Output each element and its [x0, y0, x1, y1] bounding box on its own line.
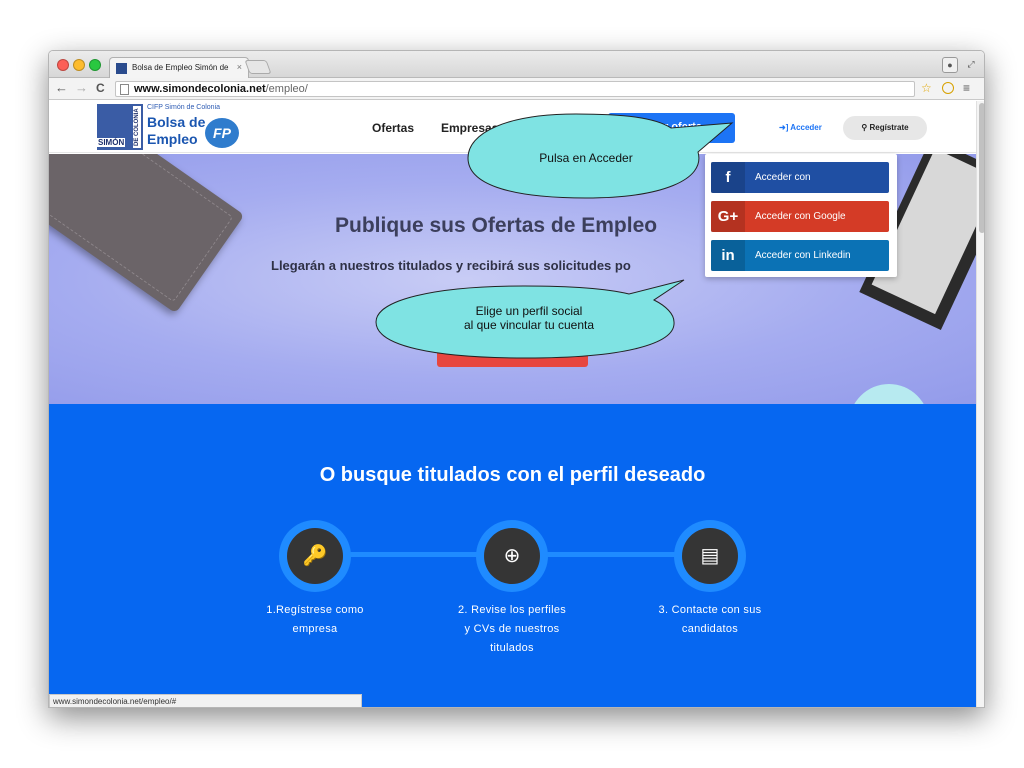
search-graduates-section: O busque titulados con el perfil deseado… [49, 404, 976, 707]
registrate-button[interactable]: ⚲ Regístrate [843, 116, 927, 140]
url-host: www.simondecolonia.net [134, 83, 266, 95]
document-icon: ▤ [682, 528, 738, 584]
menu-ofertas[interactable]: Ofertas [372, 121, 414, 135]
login-google-label: Acceder con Google [755, 211, 846, 222]
step-2-line-3: titulados [490, 642, 534, 654]
logo-side-text: DE COLONIA [133, 106, 141, 148]
maximize-window-button[interactable] [89, 59, 101, 71]
reload-icon[interactable]: C [96, 81, 105, 95]
step-3-line-1: 3. Contacte con sus [658, 604, 762, 616]
callout-acceder-text: Pulsa en Acceder [539, 151, 633, 165]
step-1-circle: 🔑 [279, 520, 351, 592]
browser-toolbar: ← → C www.simondecolonia.net/empleo/ ☆ ≡ [49, 78, 984, 100]
callout-perfil-line-2: al que vincular tu cuenta [463, 318, 595, 332]
browser-menu-icon[interactable]: ≡ [963, 81, 970, 95]
login-facebook-button[interactable]: f Acceder con [711, 162, 889, 193]
step-2-label: 2. Revise los perfiles y CVs de nuestros… [432, 601, 592, 658]
login-linkedin-label: Acceder con Linkedin [755, 250, 851, 261]
tab-title: Bolsa de Empleo Simón de [132, 63, 229, 72]
google-plus-icon: G+ [711, 201, 745, 232]
close-window-button[interactable] [57, 59, 69, 71]
callout-perfil-text: Elige un perfil social al que vincular t… [419, 304, 639, 332]
page-icon [120, 84, 129, 95]
step-3-label: 3. Contacte con sus candidatos [630, 601, 790, 639]
logo-simon-text: SIMÓN [97, 138, 126, 147]
logo-small-text: CIFP Simón de Colonia [147, 104, 221, 111]
callout-perfil-line-1: Elige un perfil social [475, 304, 583, 318]
step-2-line-1: 2. Revise los perfiles [457, 604, 567, 616]
page-scrollbar[interactable] [976, 101, 984, 707]
zoom-in-icon: ⊕ [484, 528, 540, 584]
tab-close-icon[interactable]: × [237, 62, 242, 72]
callout-pulsa-acceder: Pulsa en Acceder [466, 108, 736, 200]
login-google-button[interactable]: G+ Acceder con Google [711, 201, 889, 232]
site-logo[interactable]: DE COLONIA SIMÓN CIFP Simón de Colonia B… [97, 104, 247, 150]
profile-icon[interactable]: ● [942, 57, 958, 73]
registrate-label: Regístrate [869, 123, 909, 132]
fp-logo-icon: FP [205, 118, 239, 148]
extension-icon[interactable] [942, 82, 954, 94]
site-favicon-icon [116, 63, 127, 74]
forward-icon[interactable]: → [75, 80, 88, 95]
step-1-label: 1.Regístrese como empresa [235, 601, 395, 639]
logo-mark: DE COLONIA SIMÓN [97, 104, 143, 150]
scroll-thumb[interactable] [979, 103, 984, 233]
acceder-label: Acceder [790, 123, 822, 132]
login-facebook-label: Acceder con [755, 172, 811, 183]
hero-subtitle: Llegarán a nuestros titulados y recibirá… [271, 258, 631, 273]
decorative-blob [849, 384, 929, 404]
logo-line-2: Empleo [147, 131, 198, 147]
new-tab-button[interactable] [244, 60, 272, 74]
browser-tab[interactable]: Bolsa de Empleo Simón de × [109, 57, 249, 78]
minimize-window-button[interactable] [73, 59, 85, 71]
status-bar: www.simondecolonia.net/empleo/# [49, 694, 362, 707]
step-1-line-2: empresa [292, 623, 338, 635]
login-linkedin-button[interactable]: in Acceder con Linkedin [711, 240, 889, 271]
hero-title: Publique sus Ofertas de Empleo [335, 214, 658, 237]
login-icon: ➜] [779, 123, 791, 132]
callout-elige-perfil: Elige un perfil social al que vincular t… [374, 278, 686, 360]
step-2-line-2: y CVs de nuestros [464, 623, 560, 635]
address-bar[interactable]: www.simondecolonia.net/empleo/ [115, 81, 915, 97]
fullscreen-icon[interactable]: ⤢ [963, 57, 979, 73]
key-icon: 🔑 [287, 528, 343, 584]
section-title: O busque titulados con el perfil deseado [319, 464, 706, 486]
url-path: /empleo/ [265, 83, 308, 95]
back-icon[interactable]: ← [55, 80, 68, 95]
acceder-link[interactable]: ➜] Acceder [779, 123, 822, 132]
step-3-line-2: candidatos [681, 623, 739, 635]
step-1-line-1: 1.Regístrese como [266, 604, 364, 616]
title-bar: Bolsa de Empleo Simón de × ● ⤢ [49, 51, 984, 78]
linkedin-icon: in [711, 240, 745, 271]
wallet-image [49, 154, 245, 314]
step-3-circle: ▤ [674, 520, 746, 592]
step-2-circle: ⊕ [476, 520, 548, 592]
bookmark-star-icon[interactable]: ☆ [921, 81, 932, 95]
logo-line-1: Bolsa de [147, 114, 206, 130]
